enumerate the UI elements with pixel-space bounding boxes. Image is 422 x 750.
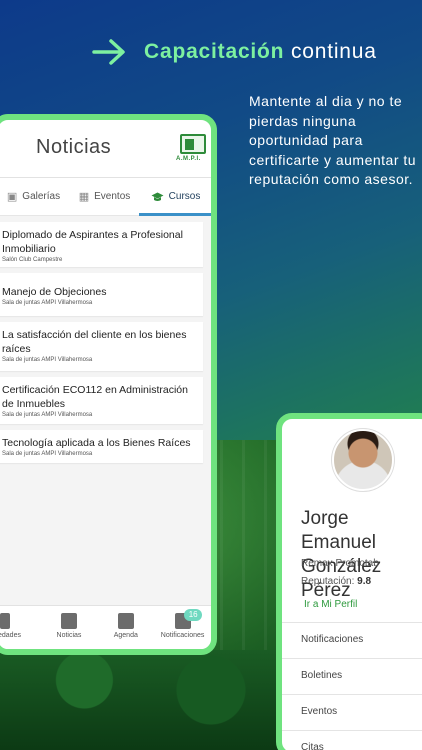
tab-eventos-label: Eventos	[94, 191, 131, 202]
menu-item-notificaciones[interactable]: Notificaciones	[282, 622, 422, 658]
tab-bar: ▣ Galerías ▦ Eventos Cursos	[0, 178, 211, 216]
menu-item-eventos[interactable]: Eventos	[282, 694, 422, 730]
arrow-right-icon	[92, 39, 125, 65]
headline-accent: Capacitación	[144, 40, 285, 63]
profile-menu: Notificaciones Boletines Eventos Citas	[282, 622, 422, 750]
person-icon	[0, 613, 10, 629]
nav-item-noticias[interactable]: Noticias	[41, 606, 98, 649]
newspaper-icon	[60, 613, 77, 629]
course-title: Tecnología aplicada a los Bienes Raíces	[2, 437, 191, 449]
course-title: Manejo de Objeciones	[2, 286, 107, 298]
notification-badge: 16	[184, 609, 203, 621]
course-place: Salón Club Campestre	[2, 257, 63, 263]
profile-company: Remax Promotab	[301, 558, 379, 569]
my-profile-link[interactable]: Ir a Mi Perfil	[304, 599, 357, 610]
reputation-label: Reputación:	[301, 576, 355, 587]
course-place: Sala de juntas AMPI Villahermosa	[2, 412, 93, 418]
nav-label: edades	[0, 632, 21, 639]
list-item[interactable]: Certificación ECO112 en Administración d…	[0, 377, 203, 424]
headline: Capacitación continua	[92, 38, 377, 66]
course-place: Sala de juntas AMPI Villahermosa	[2, 300, 93, 306]
ampi-logo-mark	[180, 134, 206, 154]
course-place: Sala de juntas AMPI Villahermosa	[2, 357, 93, 363]
profile-name: Jorge Emanuel González Pérez	[301, 508, 382, 601]
list-item[interactable]: La satisfacción del cliente en los biene…	[0, 322, 203, 371]
calendar-icon: ▦	[78, 191, 90, 203]
profile-reputation: Reputación: 9.8	[301, 576, 371, 587]
menu-item-citas[interactable]: Citas	[282, 730, 422, 750]
nav-label: Agenda	[113, 632, 138, 639]
headline-text: Capacitación continua	[144, 40, 377, 64]
image-icon: ▣	[6, 191, 18, 203]
tab-cursos[interactable]: Cursos	[140, 178, 211, 215]
news-phone-screen: Noticias A.M.P.I. ▣ Galerías ▦ Eventos C…	[0, 114, 217, 655]
menu-item-boletines[interactable]: Boletines	[282, 658, 422, 694]
nav-item-notificaciones[interactable]: Notificaciones 16	[154, 606, 211, 649]
course-title: Diplomado de Aspirantes a Profesional In…	[2, 229, 183, 255]
tab-cursos-label: Cursos	[168, 191, 201, 202]
active-tab-indicator	[139, 213, 211, 216]
list-item[interactable]: Diplomado de Aspirantes a Profesional In…	[0, 222, 203, 267]
headline-rest: continua	[290, 40, 377, 63]
graduation-cap-icon	[151, 192, 164, 201]
ampi-logo: A.M.P.I.	[176, 134, 208, 168]
list-item[interactable]: Tecnología aplicada a los Bienes Raíces …	[0, 430, 203, 463]
tagline: Mantente al dia y no te pierdas ninguna …	[249, 93, 417, 187]
nav-item-propiedades[interactable]: edades	[0, 606, 41, 649]
bottom-nav: edades Noticias Agenda Notificaciones 16	[0, 605, 211, 649]
tab-eventos[interactable]: ▦ Eventos	[69, 178, 140, 215]
ampi-logo-text: A.M.P.I.	[176, 156, 201, 162]
nav-label: Notificaciones	[160, 632, 205, 639]
agenda-icon	[117, 613, 134, 629]
tab-galerias-label: Galerías	[22, 191, 61, 202]
page-title: Noticias	[36, 136, 112, 158]
nav-label: Noticias	[56, 632, 82, 639]
course-list: Diplomado de Aspirantes a Profesional In…	[0, 216, 211, 611]
course-title: Certificación ECO112 en Administración d…	[2, 384, 188, 410]
avatar	[332, 429, 394, 491]
course-place: Sala de juntas AMPI Villahermosa	[2, 451, 93, 457]
profile-phone-screen: Jorge Emanuel González Pérez Remax Promo…	[276, 413, 422, 750]
app-header: Noticias A.M.P.I.	[0, 120, 211, 178]
course-title: La satisfacción del cliente en los biene…	[2, 329, 187, 355]
nav-item-agenda[interactable]: Agenda	[97, 606, 154, 649]
list-item[interactable]: Manejo de Objeciones Sala de juntas AMPI…	[0, 273, 203, 316]
tab-galerias[interactable]: ▣ Galerías	[0, 178, 69, 215]
reputation-value: 9.8	[357, 576, 372, 587]
